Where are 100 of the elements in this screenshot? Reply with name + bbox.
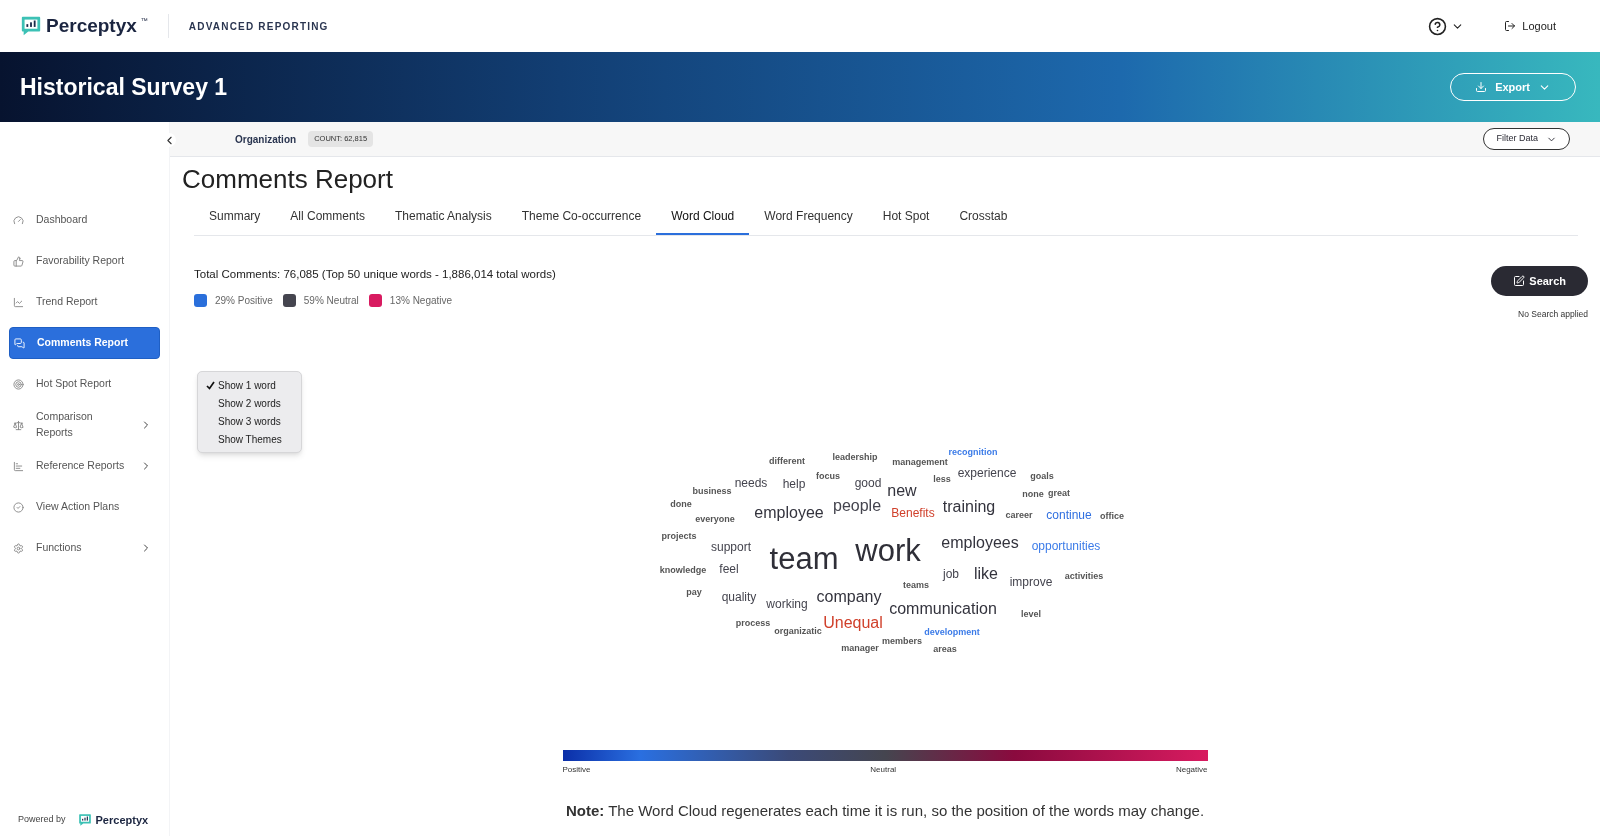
cloud-word: office [1100, 511, 1124, 521]
sidebar-item[interactable]: View Action Plans [9, 491, 160, 523]
cloud-word: everyone [695, 514, 735, 524]
filter-label: Organization [235, 132, 297, 147]
cloud-word: training [942, 499, 996, 515]
cloud-word: employee [754, 505, 824, 521]
cloud-word: teams [903, 580, 929, 590]
cloud-word: like [974, 566, 998, 582]
sidebar-item[interactable]: Functions [9, 532, 160, 564]
scale-icon [13, 419, 24, 431]
cloud-word: process [735, 618, 771, 628]
page-title: Comments Report [182, 163, 394, 196]
logout-icon [1504, 20, 1517, 32]
cloud-word: members [882, 636, 922, 646]
cloud-word: job [943, 568, 959, 580]
sidebar-item[interactable]: Comparison Reports [9, 409, 160, 441]
cloud-word: manager [841, 643, 879, 653]
note-text: Note: The Word Cloud regenerates each time it is run, so the position of the words may change. [565, 800, 1205, 821]
cloud-word: communication [889, 601, 997, 617]
sidebar-item[interactable]: Hot Spot Report [9, 368, 160, 400]
report-tab[interactable]: Summary [194, 199, 276, 235]
cloud-word: recognition [948, 447, 998, 457]
cloud-word: knowledge [659, 565, 707, 575]
cloud-word: different [769, 456, 805, 466]
cloud-word: team [769, 542, 839, 574]
report-tab[interactable]: Word Frequency [749, 199, 868, 235]
cloud-word: less [933, 474, 951, 484]
edit-icon [1513, 275, 1526, 287]
footer-logo-text: Perceptyx [95, 812, 149, 828]
menu-item[interactable]: Show 3 words [198, 412, 301, 430]
logout-button[interactable]: Logout [1504, 17, 1556, 35]
powered-by-text: Powered by [18, 813, 66, 826]
survey-title: Historical Survey 1 [20, 72, 228, 102]
scale-label: Neutral [870, 763, 897, 776]
sidebar-item[interactable]: Reference Reports [9, 450, 160, 482]
cloud-word: support [711, 541, 751, 553]
help-icon [1428, 16, 1448, 36]
target-icon [13, 378, 24, 390]
cloud-word: level [1021, 609, 1041, 619]
scale-label: Positive [562, 763, 591, 776]
cloud-word: great [1048, 488, 1070, 498]
cloud-word: improve [1009, 576, 1053, 588]
scale-label: Negative [1175, 763, 1208, 776]
cloud-word: needs [734, 477, 768, 489]
sidebar-item[interactable]: Dashboard [9, 204, 160, 236]
cloud-word: organizatic [774, 626, 822, 636]
cloud-word: goals [1030, 471, 1054, 481]
cloud-word: management [892, 457, 948, 467]
sidebar-item[interactable]: Trend Report [9, 286, 160, 318]
cloud-word: Unequal [823, 615, 883, 631]
cloud-word: areas [933, 644, 957, 654]
cloud-word: projects [661, 531, 697, 541]
cloud-word: help [782, 478, 806, 490]
cloud-word: people [833, 498, 881, 514]
cloud-word: focus [816, 471, 840, 481]
cloud-word: company [816, 589, 882, 605]
chat-bubbles-icon [14, 337, 25, 349]
cloud-word: employees [941, 535, 1019, 551]
cloud-word: done [670, 499, 692, 509]
check-circle-icon [13, 501, 24, 513]
logo-icon [20, 15, 42, 37]
cloud-word: career [1005, 510, 1033, 520]
total-comments-text: Total Comments: 76,085 (Top 50 unique words - 1,886,014 total words) [194, 267, 556, 282]
search-button[interactable]: Search [1491, 266, 1588, 296]
bar-chart-icon [13, 460, 24, 472]
menu-item[interactable]: Show 1 word [198, 376, 301, 394]
filter-data-button[interactable]: Filter Data [1483, 128, 1570, 150]
cloud-word: new [887, 483, 917, 499]
legend-label: 13% Negative [389, 294, 453, 309]
logo-text: Perceptyx [46, 13, 137, 38]
gauge-icon [13, 214, 24, 226]
sidebar-item[interactable]: Comments Report [9, 327, 160, 359]
report-tab[interactable]: Crosstab [944, 199, 1023, 235]
cloud-word: work [855, 534, 921, 566]
report-tab[interactable]: Thematic Analysis [380, 199, 507, 235]
cloud-word: Benefits [891, 507, 935, 519]
download-icon [1475, 81, 1488, 93]
cloud-word: feel [719, 563, 739, 575]
cloud-word: none [1022, 489, 1044, 499]
cloud-word: activities [1064, 571, 1104, 581]
cloud-word: pay [686, 587, 702, 597]
report-tab[interactable]: Hot Spot [867, 199, 945, 235]
search-status: No Search applied [1518, 308, 1588, 321]
report-tab[interactable]: Word Cloud [656, 199, 750, 235]
cloud-word: leadership [832, 452, 878, 462]
menu-item[interactable]: Show Themes [198, 430, 301, 448]
logo-icon [77, 812, 92, 827]
settings-icon [13, 542, 24, 554]
menu-item[interactable]: Show 2 words [198, 394, 301, 412]
sidebar-item[interactable]: Favorability Report [9, 245, 160, 277]
report-tab[interactable]: Theme Co-occurrence [506, 199, 657, 235]
line-chart-icon [13, 296, 24, 308]
cloud-word: good [854, 477, 882, 489]
product-name: ADVANCED REPORTING [188, 19, 329, 34]
cloud-word: development [924, 627, 980, 637]
report-tab[interactable]: All Comments [275, 199, 381, 235]
cloud-word: continue [1046, 509, 1092, 521]
legend-label: 59% Neutral [303, 294, 359, 309]
cloud-word: business [692, 486, 732, 496]
thumbs-up-icon [13, 255, 24, 267]
